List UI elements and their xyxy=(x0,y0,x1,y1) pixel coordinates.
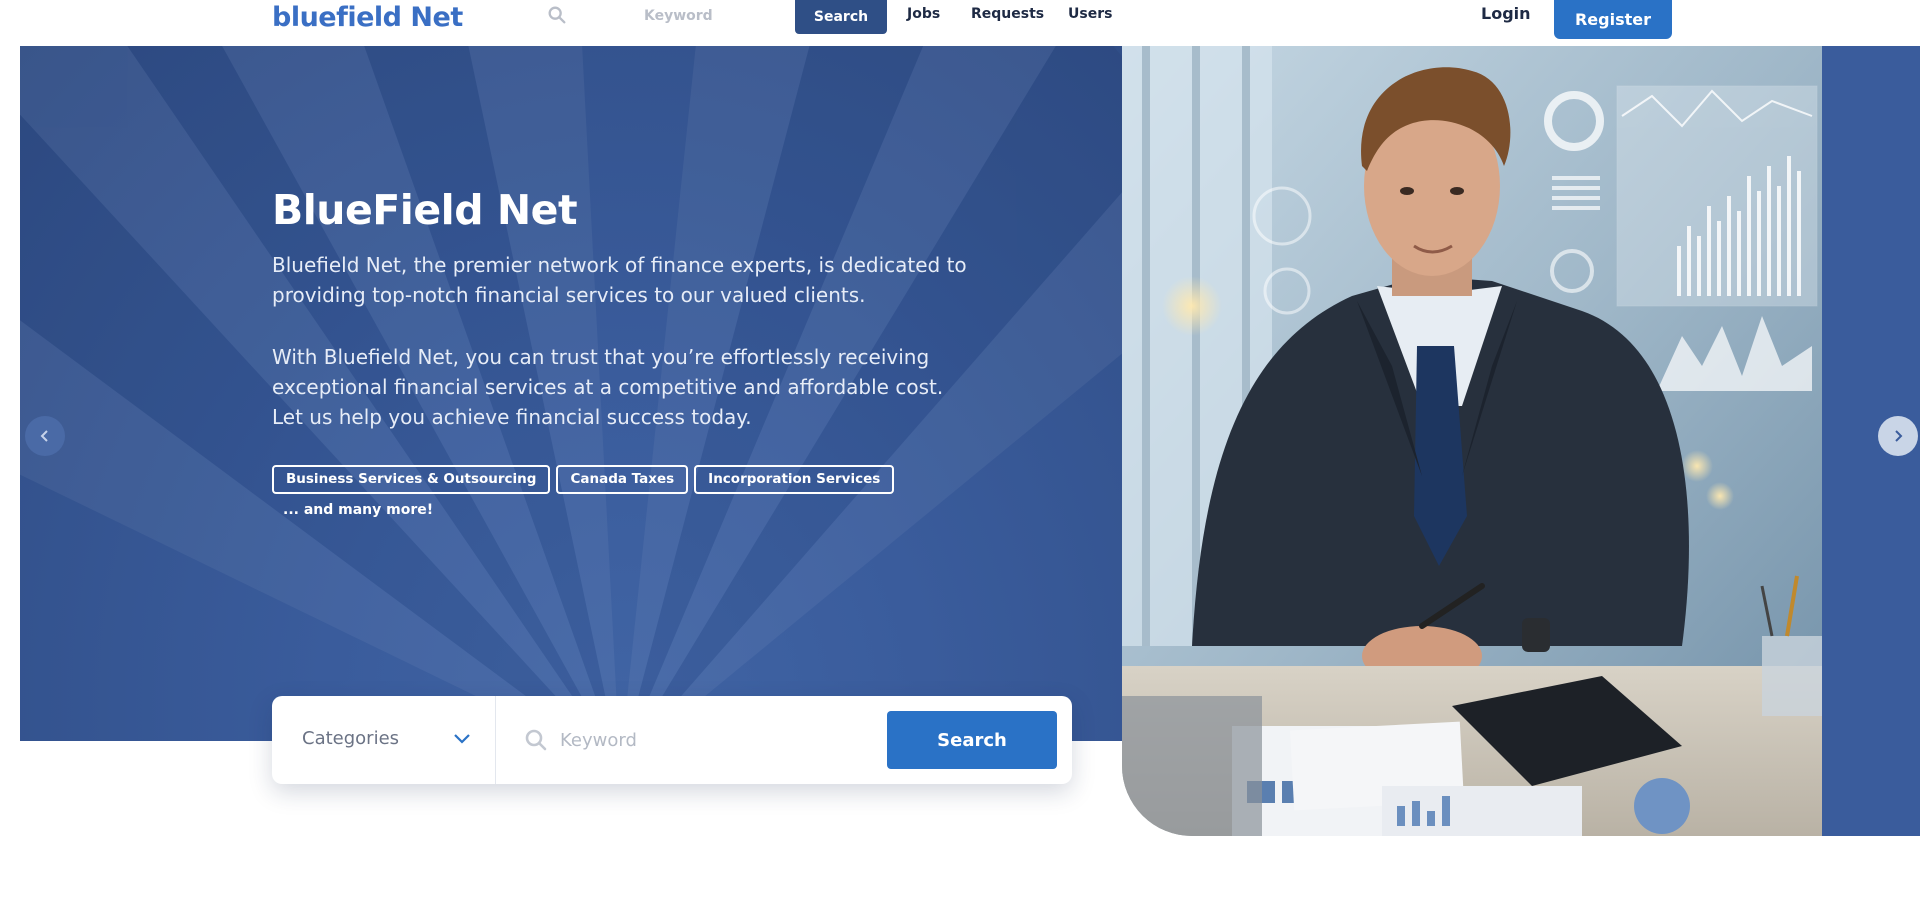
categories-label: Categories xyxy=(302,728,400,749)
and-many-more-text: ... and many more! xyxy=(283,502,434,518)
tag-business-services[interactable]: Business Services & Outsourcing xyxy=(272,465,551,494)
hero-paragraph-2: With Bluefield Net, you can trust that y… xyxy=(272,345,944,429)
tag-canada-taxes[interactable]: Canada Taxes xyxy=(556,465,689,494)
nav-keyword-input[interactable] xyxy=(620,2,770,30)
keyword-search-input[interactable] xyxy=(560,720,860,760)
service-tags: Business Services & Outsourcing Canada T… xyxy=(272,465,895,494)
hero-search-card: Categories Search xyxy=(272,696,1072,784)
chevron-left-icon xyxy=(40,430,48,442)
businessman-illustration xyxy=(1122,46,1822,836)
nav-link-requests[interactable]: Requests xyxy=(971,6,1044,22)
hero-title: BlueField Net xyxy=(272,186,578,234)
tag-incorporation-services[interactable]: Incorporation Services xyxy=(694,465,895,494)
search-icon xyxy=(525,729,547,751)
logo-text: bluefield Net xyxy=(272,1,463,33)
register-button[interactable]: Register xyxy=(1554,0,1672,39)
hero-photo-businessman xyxy=(1122,46,1822,836)
categories-dropdown[interactable]: Categories xyxy=(272,696,496,784)
nav-search-button[interactable]: Search xyxy=(795,0,887,34)
nav-link-jobs[interactable]: Jobs xyxy=(907,6,940,22)
hero-search-button[interactable]: Search xyxy=(887,711,1057,769)
chevron-right-icon xyxy=(1895,430,1903,442)
carousel-prev-button[interactable] xyxy=(25,416,65,456)
login-link[interactable]: Login xyxy=(1481,4,1531,23)
carousel-next-button[interactable] xyxy=(1878,416,1918,456)
site-logo[interactable]: bluefield Net xyxy=(272,0,463,34)
hero-paragraph-1: Bluefield Net, the premier network of fi… xyxy=(272,253,967,307)
nav-link-users[interactable]: Users xyxy=(1068,6,1112,22)
chevron-down-icon xyxy=(454,734,470,744)
top-navigation: bluefield Net Search Jobs Requests Users… xyxy=(0,0,1920,46)
search-icon xyxy=(548,6,566,24)
